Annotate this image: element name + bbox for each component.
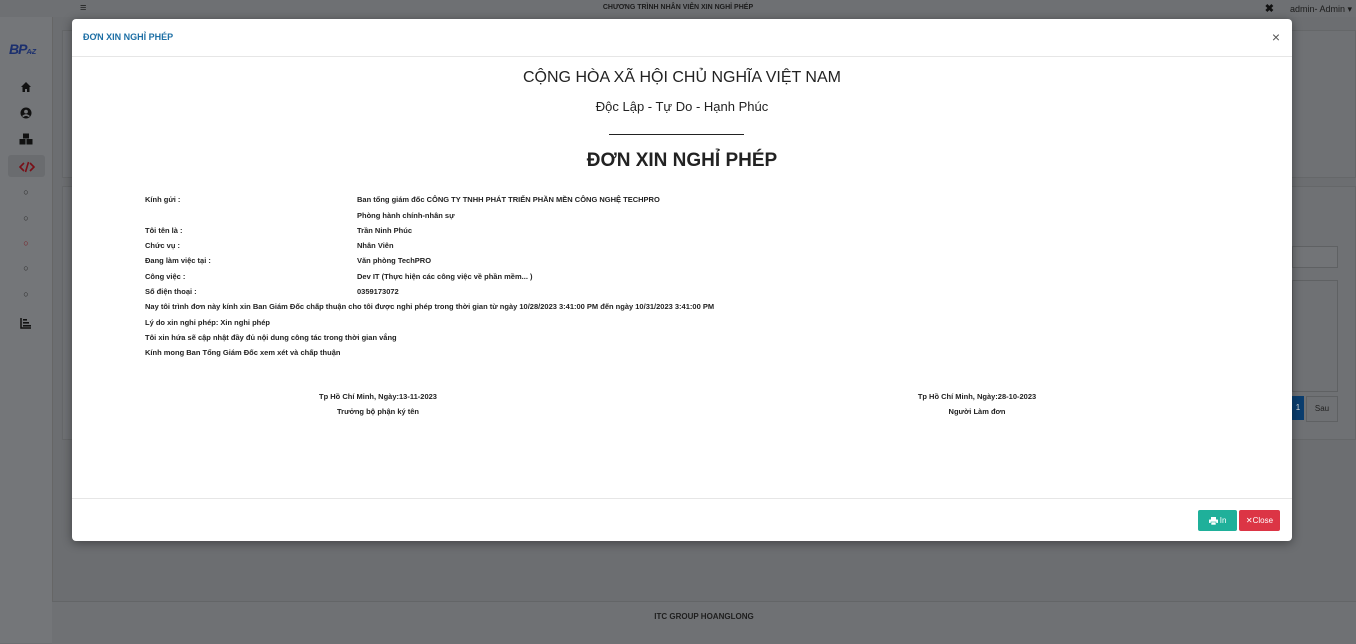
leave-request-modal: ĐƠN XIN NGHỈ PHÉP × CỘNG HÒA XÃ HỘI CHỦ …: [72, 19, 1292, 541]
name-value: Trần Ninh Phúc: [357, 226, 413, 235]
print-icon: [1208, 516, 1218, 525]
commitment-text: Tôi xin hứa sẽ cập nhật đầy đủ nội dung …: [145, 333, 397, 342]
user-menu[interactable]: admin- Admin ▾: [1290, 4, 1352, 15]
x-icon: ✕: [1245, 516, 1253, 525]
workplace-value: Văn phòng TechPRO: [357, 256, 432, 265]
close-label: Close: [1252, 516, 1274, 525]
submenu-circle-icon[interactable]: ○: [0, 263, 52, 273]
print-label: In: [1219, 516, 1227, 525]
top-navbar: ≡ CHƯƠNG TRÌNH NHÂN VIÊN XIN NGHỈ PHÉP ✖…: [0, 0, 1356, 17]
page-1-button[interactable]: 1: [1292, 396, 1304, 420]
motto-heading: Độc Lập - Tự Do - Hạnh Phúc: [595, 99, 769, 114]
footer: ITC GROUP HOANGLONG: [52, 601, 1356, 644]
next-page-button[interactable]: Sau: [1306, 396, 1338, 422]
submenu-circle-icon[interactable]: ○: [0, 238, 52, 248]
department-value: Phòng hành chính-nhân sự: [357, 211, 455, 220]
modal-footer: In ✕Close: [72, 498, 1292, 541]
reason-text: Lý do xin nghỉ phép: Xin nghỉ phép: [145, 318, 270, 327]
request-text: Nay tôi trình đơn này kính xin Ban Giám …: [145, 302, 715, 311]
sidebar: BPA-Z ○ ○ ○ ○ ○: [0, 17, 53, 643]
cubes-icon[interactable]: [0, 130, 52, 145]
brand-logo[interactable]: BPA-Z: [9, 41, 36, 57]
left-signature-date: Tp Hồ Chí Minh, Ngày:13-11-2023: [319, 392, 437, 401]
close-icon[interactable]: ×: [1272, 29, 1280, 45]
home-icon[interactable]: [0, 78, 52, 93]
nation-heading: CỘNG HÒA XÃ HỘI CHỦ NGHĨA VIỆT NAM: [523, 69, 841, 86]
right-signature-date: Tp Hồ Chí Minh, Ngày:28-10-2023: [917, 392, 1037, 401]
chart-icon[interactable]: [0, 314, 52, 329]
background-input: [1292, 246, 1338, 268]
print-button[interactable]: In: [1198, 510, 1237, 531]
phone-value: 0359173072: [357, 287, 399, 296]
modal-title: ĐƠN XIN NGHỈ PHÉP: [83, 32, 174, 42]
submenu-circle-icon[interactable]: ○: [0, 187, 52, 197]
submenu-circle-icon[interactable]: ○: [0, 289, 52, 299]
recipient-label: Kính gửi :: [145, 195, 181, 204]
divider: [609, 134, 744, 135]
job-label: Công việc :: [145, 272, 186, 281]
workplace-label: Đang làm việc tại :: [145, 256, 211, 265]
app-title: CHƯƠNG TRÌNH NHÂN VIÊN XIN NGHỈ PHÉP: [602, 4, 754, 11]
user-circle-icon[interactable]: [0, 104, 52, 119]
submenu-circle-icon[interactable]: ○: [0, 213, 52, 223]
closing-text: Kính mong Ban Tổng Giám Đốc xem xét và c…: [145, 348, 341, 357]
position-value: Nhân Viên: [357, 241, 394, 250]
fullscreen-icon[interactable]: ✖: [1265, 2, 1274, 15]
modal-header: ĐƠN XIN NGHỈ PHÉP ×: [72, 19, 1292, 57]
close-button[interactable]: ✕Close: [1239, 510, 1280, 531]
right-signature-role: Người Làm đơn: [948, 407, 1006, 416]
position-label: Chức vụ :: [145, 241, 181, 250]
left-signature-role: Trưởng bộ phận ký tên: [336, 407, 420, 416]
code-icon[interactable]: [8, 155, 45, 177]
phone-label: Số điện thoại :: [145, 287, 197, 296]
background-table: [1292, 280, 1338, 392]
name-label: Tôi tên là :: [145, 226, 183, 235]
recipient-value: Ban tổng giám đốc CÔNG TY TNHH PHÁT TRIỂ…: [357, 195, 660, 204]
job-value: Dev IT (Thực hiện các công việc về phần …: [357, 272, 533, 281]
document-title: ĐƠN XIN NGHỈ PHÉP: [586, 150, 778, 171]
